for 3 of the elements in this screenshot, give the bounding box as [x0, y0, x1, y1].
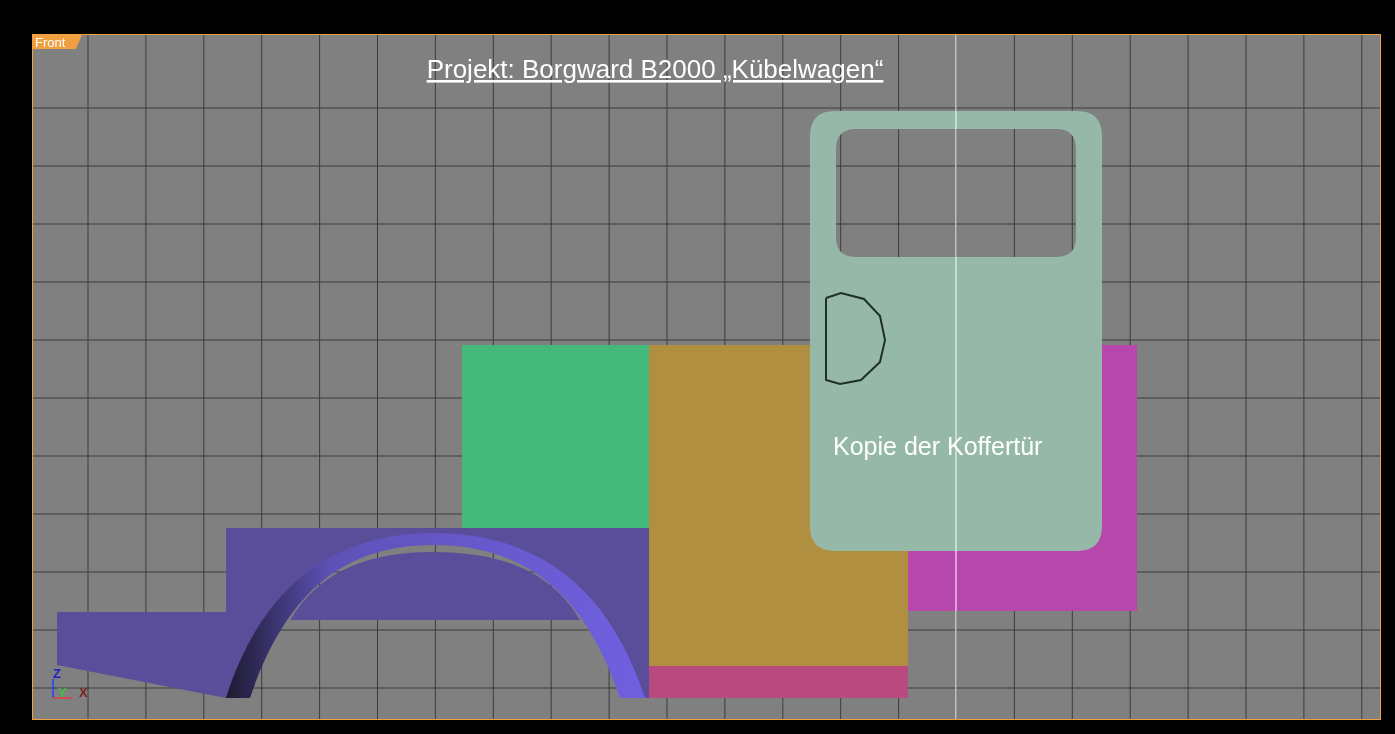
viewport-title: Projekt: Borgward B2000 „Kübelwagen“	[426, 54, 884, 84]
object-label: Kopie der Koffertür	[833, 432, 1043, 460]
viewport-label[interactable]: Front	[33, 35, 82, 50]
